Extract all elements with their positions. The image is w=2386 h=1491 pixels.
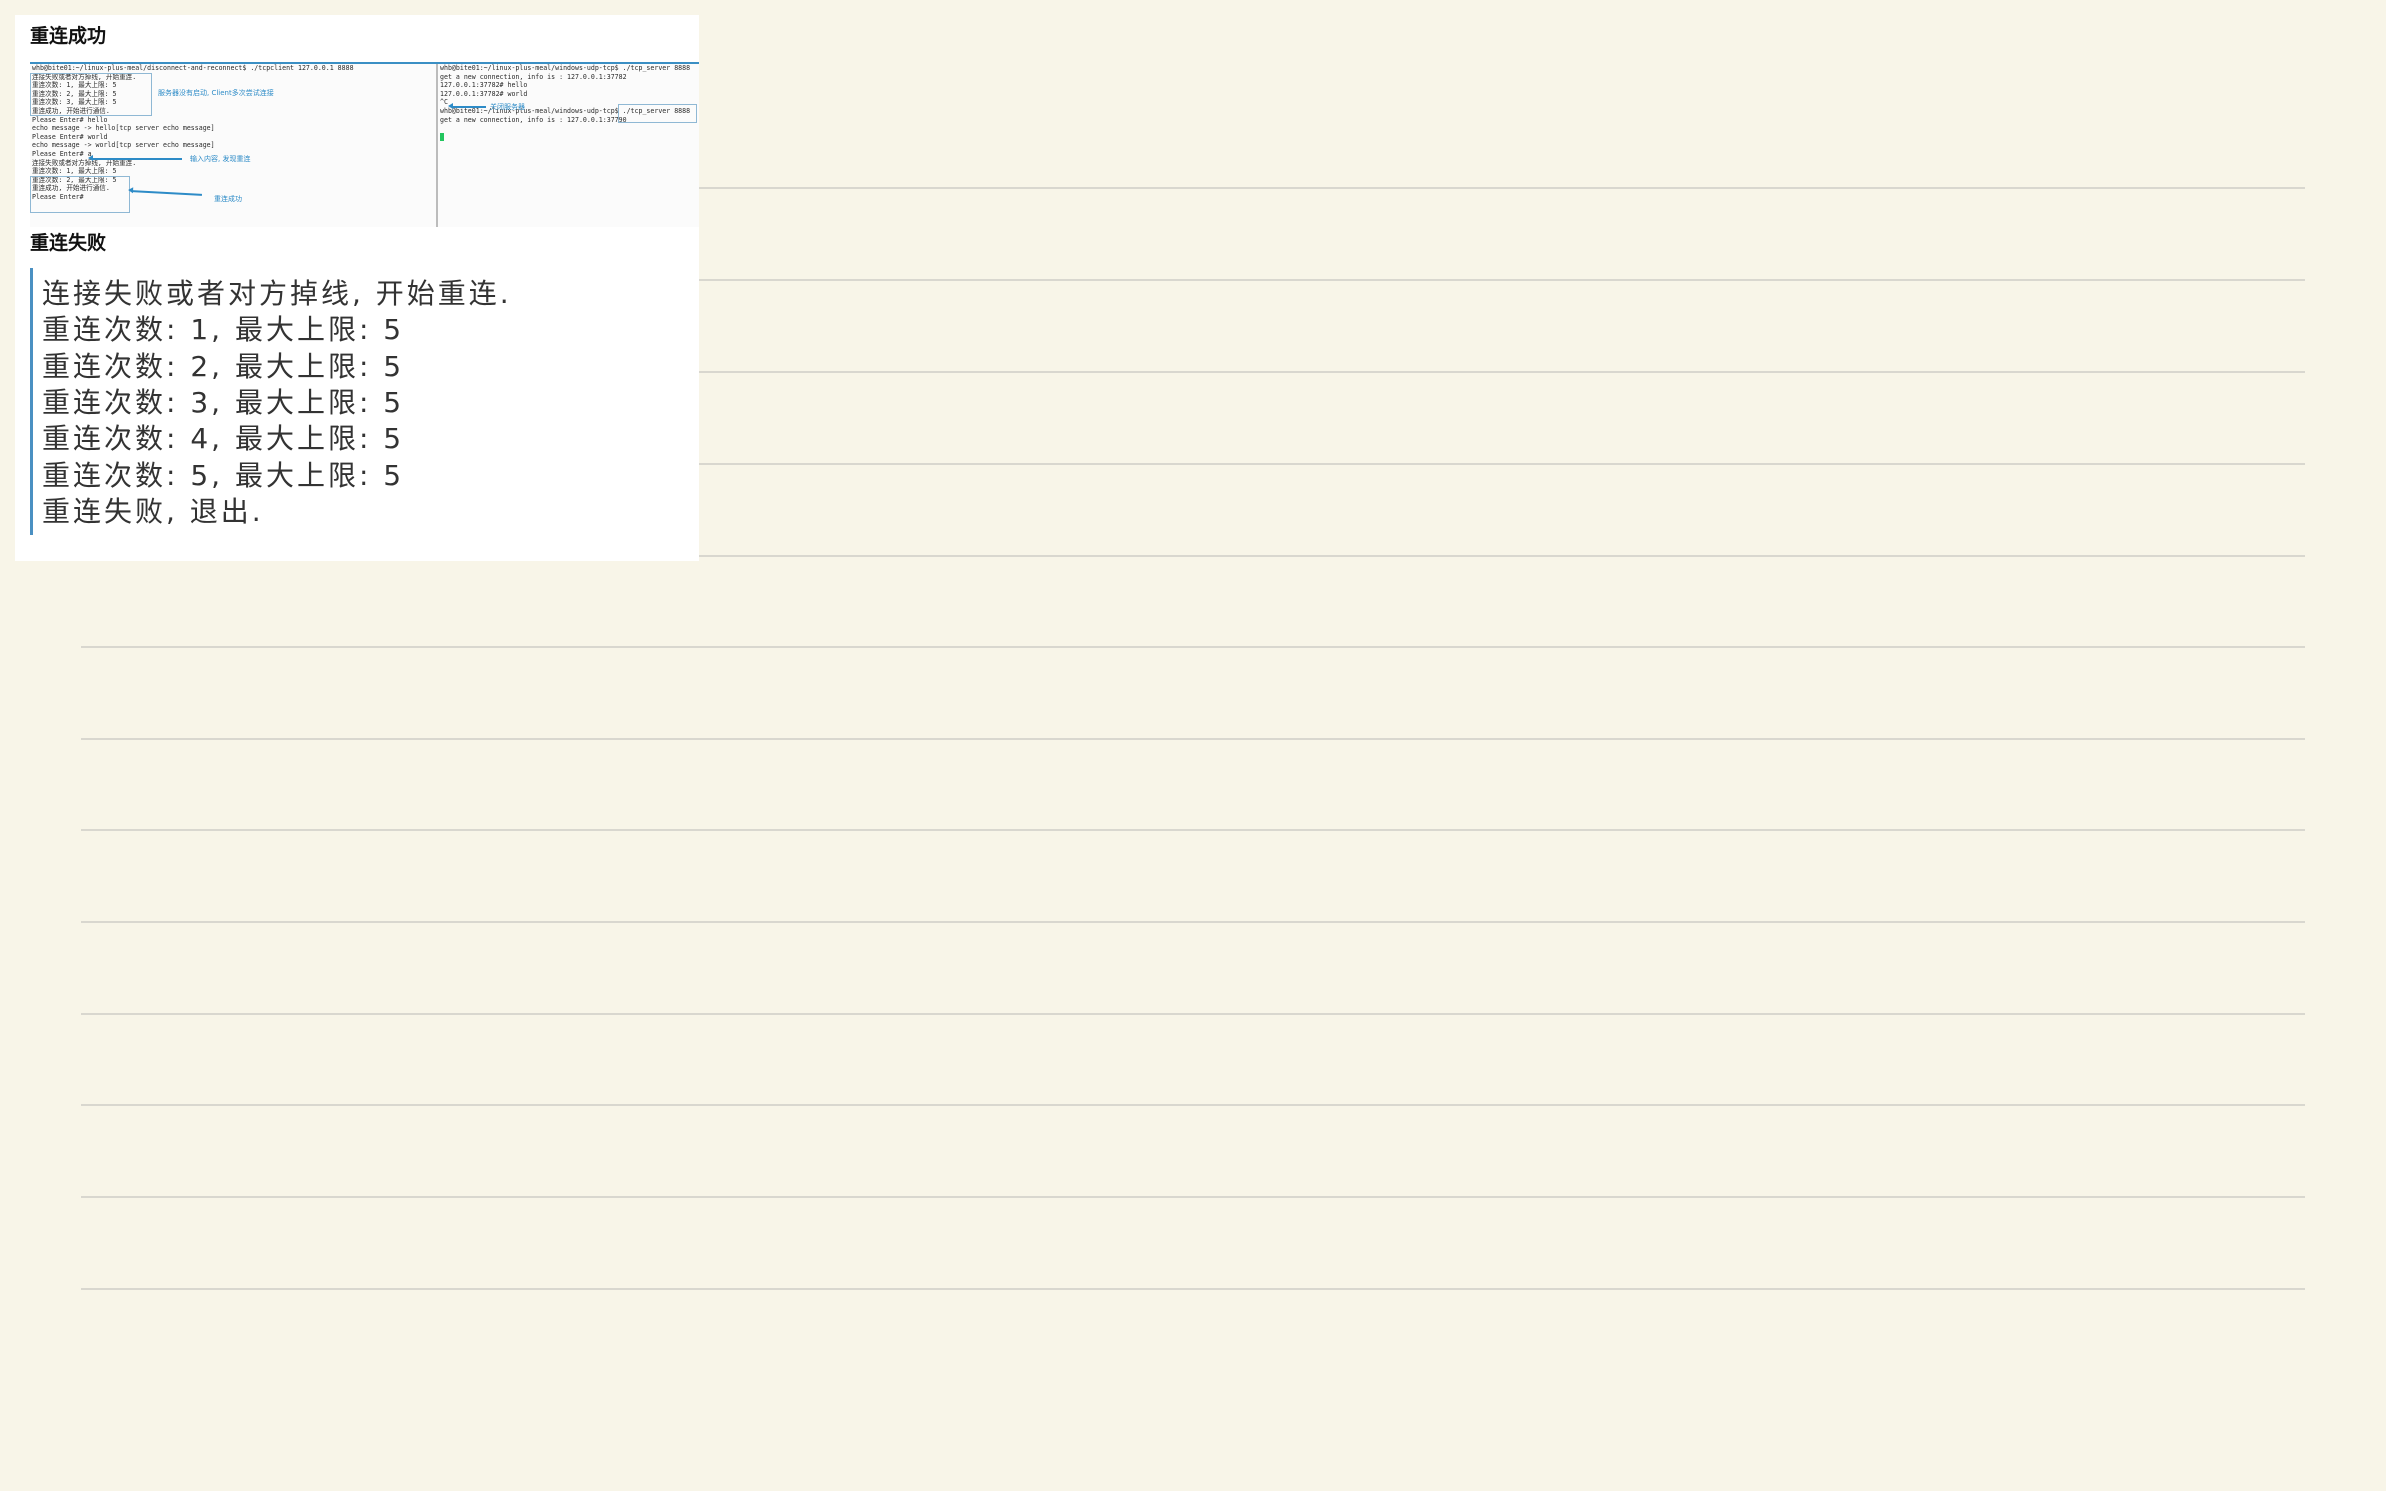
section-title-success: 重连成功 [30,25,107,47]
annotation-box-server-restart [618,104,697,123]
fail-output-line: 重连次数: 5, 最大上限: 5 [42,459,405,492]
ruled-line [81,921,2305,923]
ruled-line [81,1196,2305,1198]
annotation-reconnect-ok: 重连成功 [214,195,242,203]
ruled-line [81,1104,2305,1106]
arrow-icon [448,103,486,109]
fail-output-line: 重连次数: 1, 最大上限: 5 [42,313,405,346]
arrow-icon [88,155,182,161]
fail-output-line: 重连次数: 3, 最大上限: 5 [42,386,405,419]
terminal-line: Please Enter# world [32,132,108,141]
ruled-line [81,829,2305,831]
fail-output-line: 连接失败或者对方掉线, 开始重连. [42,277,512,310]
annotation-box-reconnect [30,176,130,213]
terminal-divider [436,64,438,227]
ruled-line [81,1013,2305,1015]
section-title-fail: 重连失败 [30,232,107,254]
terminal-line: 重连次数: 1, 最大上限: 5 [32,167,117,176]
server-terminal-pane: whb@bite01:~/linux-plus-meal/windows-udp… [440,64,699,225]
fail-output-line: 重连次数: 2, 最大上限: 5 [42,350,405,383]
note-page: 重连成功 whb@bite01:~/linux-plus-meal/discon… [0,0,2386,1491]
terminal-line: whb@bite01:~/linux-plus-meal/windows-udp… [440,64,691,72]
fail-output-block: 连接失败或者对方掉线, 开始重连. 重连次数: 1, 最大上限: 5 重连次数:… [30,268,693,535]
annotation-server-not-started: 服务器没有启动, Client多次尝试连接 [158,89,274,97]
terminal-cursor-icon [440,132,444,141]
pasted-image-panel[interactable]: 重连成功 whb@bite01:~/linux-plus-meal/discon… [15,15,699,561]
fail-output-line: 重连次数: 4, 最大上限: 5 [42,422,405,455]
ruled-line [81,738,2305,740]
ruled-line [81,1288,2305,1290]
terminal-line: echo message -> hello[tcp server echo me… [32,124,215,133]
terminal-line: Please Enter# hello [32,115,108,124]
terminal-line: 127.0.0.1:37782# hello [440,81,528,90]
ruled-line [81,646,2305,648]
terminal-line: get a new connection, info is : 127.0.0.… [440,72,627,81]
annotation-kill-server: 关闭服务器 [490,103,525,111]
terminal-line: whb@bite01:~/linux-plus-meal/disconnect-… [32,64,354,72]
annotation-input-detect: 输入内容, 发现重连 [190,155,251,163]
fail-output-line: 重连失败, 退出. [42,495,264,528]
terminal-line: 127.0.0.1:37782# world [440,89,528,98]
terminal-line: echo message -> world[tcp server echo me… [32,141,215,150]
terminal-screenshot: whb@bite01:~/linux-plus-meal/disconnect-… [30,62,699,227]
annotation-box-retries [30,73,152,116]
